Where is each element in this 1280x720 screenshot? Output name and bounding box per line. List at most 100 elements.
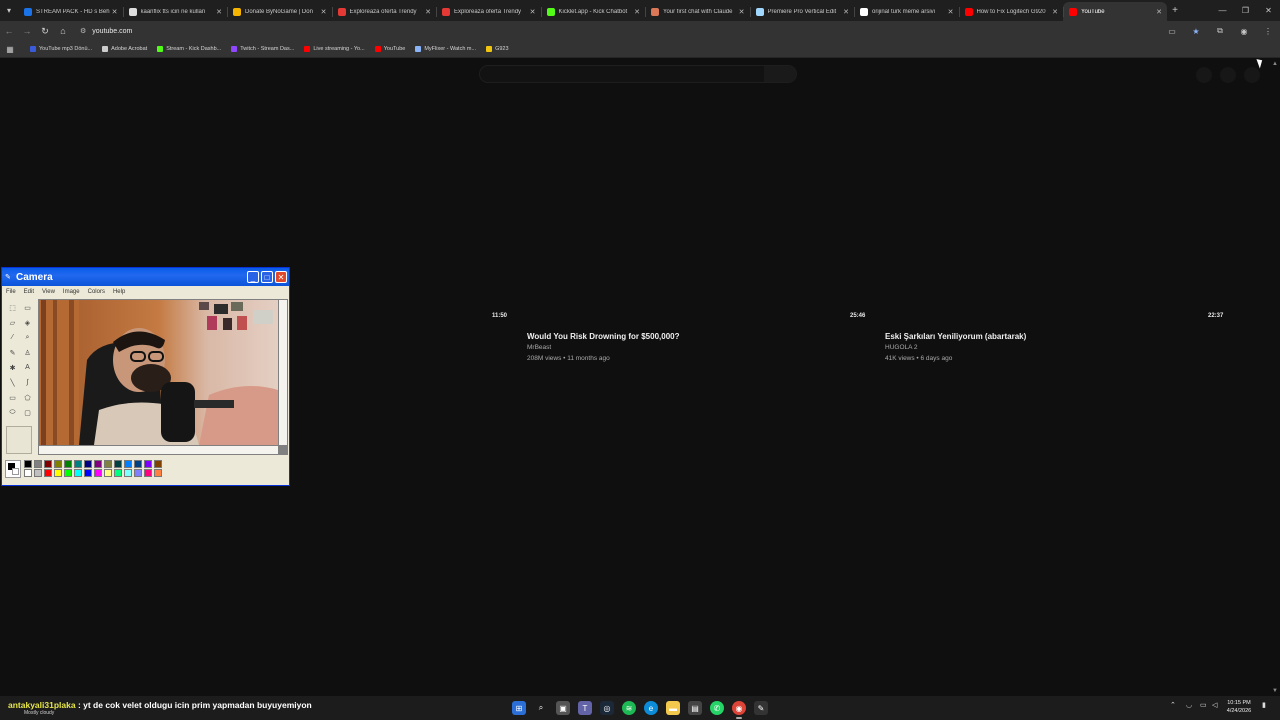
color-swatch[interactable] [134, 469, 142, 477]
address-bar[interactable]: ⚙ youtube.com [76, 23, 1164, 39]
scroll-up-arrow[interactable]: ▲ [1272, 61, 1278, 67]
tab-close-icon[interactable]: ✕ [738, 8, 746, 16]
color-swatch[interactable] [24, 460, 32, 468]
volume-icon[interactable]: ◁ [1212, 701, 1217, 709]
camera-titlebar[interactable]: ✎ Camera _ □ ✕ [2, 268, 289, 286]
spotify-icon[interactable]: ≋ [622, 701, 636, 715]
video-channel[interactable]: HUGOLA 2 [885, 344, 918, 351]
youtube-search-input[interactable] [479, 65, 797, 83]
color-swatch[interactable] [44, 460, 52, 468]
color-swatch[interactable] [44, 469, 52, 477]
curve-icon[interactable]: ∫ [22, 377, 33, 388]
color-swatch[interactable] [74, 469, 82, 477]
color-swatch[interactable] [74, 460, 82, 468]
color-swatch[interactable] [114, 460, 122, 468]
notifications-icon[interactable] [1220, 67, 1236, 83]
back-icon[interactable]: ← [0, 21, 18, 41]
start-icon[interactable]: ⊞ [512, 701, 526, 715]
tool-options-box[interactable] [6, 426, 32, 454]
tab-close-icon[interactable]: ✕ [215, 8, 223, 16]
home-icon[interactable]: ⌂ [54, 21, 72, 41]
extensions-icon[interactable]: ⧉ [1208, 21, 1232, 41]
text-icon[interactable]: A [22, 362, 33, 373]
browser-tab[interactable]: How to Fix Logitech G920 ✕ [958, 2, 1064, 21]
polygon-icon[interactable]: ⬠ [22, 392, 33, 403]
bookmark-star-icon[interactable]: ★ [1184, 21, 1208, 41]
color-swatch[interactable] [94, 469, 102, 477]
color-swatch[interactable] [144, 469, 152, 477]
bookmark-item[interactable]: YouTube [374, 46, 405, 52]
bookmark-item[interactable]: Twitch - Stream Das... [231, 46, 294, 52]
minimize-icon[interactable]: _ [247, 271, 259, 283]
camera-menu-item[interactable]: Colors [88, 289, 105, 295]
tab-close-icon[interactable]: ✕ [111, 8, 119, 16]
camera-menu-item[interactable]: View [42, 289, 55, 295]
restore-icon[interactable]: ❐ [1234, 0, 1257, 21]
bookmark-item[interactable]: MyFlixer - Watch m... [415, 46, 476, 52]
vertical-scrollbar[interactable] [279, 300, 287, 445]
select-icon[interactable]: ▭ [22, 302, 33, 313]
tab-close-icon[interactable]: ✕ [1051, 8, 1059, 16]
color-swatch[interactable] [24, 469, 32, 477]
site-info-icon[interactable]: ⚙ [80, 27, 86, 35]
minimize-icon[interactable]: — [1211, 0, 1234, 21]
camera-menu-item[interactable]: File [6, 289, 16, 295]
profile-icon[interactable]: ◉ [1232, 21, 1256, 41]
display-icon[interactable]: ▭ [1200, 701, 1207, 709]
task-view-icon[interactable]: ▣ [556, 701, 570, 715]
file-explorer-icon[interactable]: ▬ [666, 701, 680, 715]
whatsapp-icon[interactable]: ✆ [710, 701, 724, 715]
browser-tab[interactable]: Explorează oferta Trendy ✕ [436, 2, 541, 21]
eraser-icon[interactable]: ▱ [7, 317, 18, 328]
rectangle-icon[interactable]: ▭ [7, 392, 18, 403]
menu-icon[interactable]: ⋮ [1256, 21, 1280, 41]
camera-menu-item[interactable]: Help [113, 289, 125, 295]
horizontal-scrollbar[interactable] [39, 446, 278, 454]
color-swatch[interactable] [54, 460, 62, 468]
airbrush-icon[interactable]: ✱ [7, 362, 18, 373]
color-swatch[interactable] [84, 460, 92, 468]
video-title[interactable]: Would You Risk Drowning for $500,000? [527, 332, 679, 341]
browser-tab[interactable]: Explorează oferta Trendy ✕ [331, 2, 437, 21]
bookmark-item[interactable]: Stream - Kick Dashb... [157, 46, 221, 52]
bookmark-item[interactable]: G923 [486, 46, 509, 52]
color-swatch[interactable] [134, 460, 142, 468]
store-icon[interactable]: ▤ [688, 701, 702, 715]
scroll-down-arrow[interactable]: ▼ [1272, 688, 1278, 694]
forward-icon[interactable]: → [18, 21, 36, 41]
browser-tab[interactable]: Premiere Pro Vertical Edit ✕ [749, 2, 855, 21]
color-swatch[interactable] [54, 469, 62, 477]
close-icon[interactable]: ✕ [275, 271, 287, 283]
color-swatch[interactable] [104, 460, 112, 468]
camera-menu-item[interactable]: Edit [24, 289, 34, 295]
color-swatch[interactable] [124, 460, 132, 468]
tab-close-icon[interactable]: ✕ [947, 8, 955, 16]
color-swatch[interactable] [154, 469, 162, 477]
create-icon[interactable] [1196, 67, 1212, 83]
browser-tab[interactable]: kaanflix tts icin ne kullan ✕ [122, 2, 228, 21]
pencil-icon[interactable]: ✎ [7, 347, 18, 358]
line-icon[interactable]: ╲ [7, 377, 18, 388]
brush-icon[interactable]: ♙ [22, 347, 33, 358]
chrome-icon[interactable]: ◉ [732, 701, 746, 719]
bookmark-item[interactable]: YouTube mp3 Dönü... [30, 46, 92, 52]
maximize-icon[interactable]: □ [261, 271, 273, 283]
color-swatch[interactable] [84, 469, 92, 477]
tray-chevron-icon[interactable]: ⌃ [1170, 701, 1176, 709]
account-avatar[interactable] [1244, 67, 1260, 83]
reload-icon[interactable]: ↻ [36, 21, 54, 41]
tab-close-icon[interactable]: ✕ [1155, 8, 1163, 16]
rounded-rect-icon[interactable]: ▢ [22, 407, 33, 418]
browser-tab[interactable]: Donate ByNoGame | Don ✕ [227, 2, 332, 21]
bookmark-item[interactable]: Live streaming - Yo... [304, 46, 365, 52]
color-swatch[interactable] [94, 460, 102, 468]
browser-tab[interactable]: Kicklet.app - Kick Chatbot ✕ [540, 2, 646, 21]
picker-icon[interactable]: ⁄ [7, 332, 18, 343]
tab-search-icon[interactable]: ▾ [0, 0, 18, 21]
tab-close-icon[interactable]: ✕ [842, 8, 850, 16]
new-tab-button[interactable]: + [1167, 5, 1183, 16]
free-select-icon[interactable]: ⬚ [7, 302, 18, 313]
tab-close-icon[interactable]: ✕ [633, 8, 641, 16]
youtube-search-button[interactable] [764, 66, 796, 82]
cast-icon[interactable]: ▭ [1160, 21, 1184, 41]
